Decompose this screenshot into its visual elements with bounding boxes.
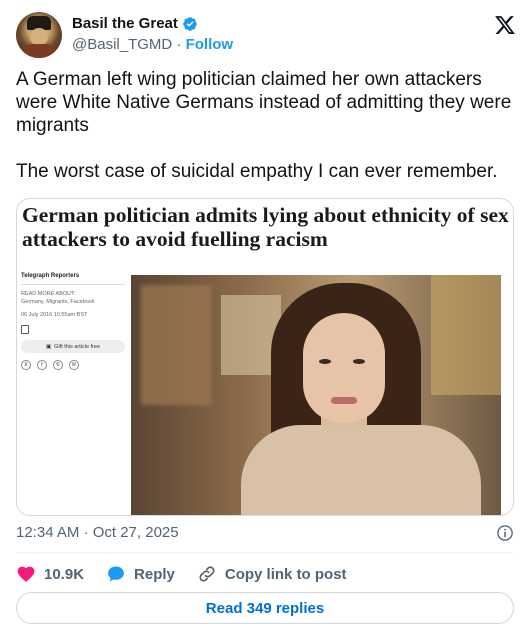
facebook-share-icon: f <box>37 360 47 370</box>
reply-label: Reply <box>134 565 175 583</box>
link-icon <box>199 566 215 582</box>
meta-divider <box>21 284 125 285</box>
photo-background-shape <box>141 285 211 405</box>
photo-person-cardigan <box>241 425 481 515</box>
gift-article-button: ▣ Gift this article free <box>21 340 125 353</box>
article-date: 06 July 2016 10:55am BST <box>21 312 88 318</box>
photo-person-eye <box>353 359 365 364</box>
read-more-topics: Germany, Migrants, Facebook <box>21 299 95 305</box>
handle-separator: · <box>176 36 182 53</box>
tweet-text: A German left wing politician claimed he… <box>16 69 512 182</box>
reply-bubble-icon <box>108 566 124 582</box>
verified-badge-icon <box>183 16 197 31</box>
divider <box>16 552 514 553</box>
photo-person-face <box>303 313 385 423</box>
handle[interactable]: @Basil_TGMD <box>72 36 172 53</box>
tweet-actions: 10.9K Reply Copy link to post <box>16 562 369 586</box>
x-logo-icon[interactable] <box>494 14 516 36</box>
article-headline: German politician admits lying about eth… <box>22 203 509 251</box>
display-name[interactable]: Basil the Great <box>72 15 178 32</box>
tweet-timestamp[interactable]: 12:34 AM · Oct 27, 2025 <box>16 524 179 541</box>
handle-line: @Basil_TGMD · Follow <box>72 36 233 53</box>
tweet-card: Basil the Great @Basil_TGMD · Follow A G… <box>0 0 530 639</box>
copy-link-label: Copy link to post <box>224 565 347 583</box>
article-reporter: Telegraph Reporters <box>21 273 80 279</box>
media-card[interactable]: German politician admits lying about eth… <box>16 198 514 516</box>
follow-button[interactable]: Follow <box>186 36 234 53</box>
gift-label: Gift this article free <box>54 343 101 350</box>
copy-link-button[interactable]: Copy link to post <box>197 564 347 584</box>
read-replies-button[interactable]: Read 349 replies <box>16 592 514 624</box>
like-count: 10.9K <box>44 565 85 583</box>
email-share-icon: ✉ <box>69 360 79 370</box>
photo-person-eye <box>319 359 331 364</box>
read-more-label: READ MORE ABOUT: <box>21 291 76 297</box>
info-icon[interactable] <box>496 524 514 542</box>
tweet-header: Basil the Great @Basil_TGMD · Follow <box>16 12 516 60</box>
share-icons: X f © ✉ <box>21 360 125 370</box>
like-button[interactable]: 10.9K <box>16 564 84 584</box>
avatar-coat <box>22 44 56 58</box>
reply-button[interactable]: Reply <box>106 564 175 584</box>
name-line: Basil the Great <box>72 15 198 32</box>
photo-background-light <box>431 275 501 395</box>
bookmark-icon <box>21 325 29 334</box>
whatsapp-share-icon: © <box>53 360 63 370</box>
gift-icon: ▣ <box>45 343 52 350</box>
heart-icon <box>17 566 35 582</box>
avatar[interactable] <box>16 12 62 58</box>
x-share-icon: X <box>21 360 31 370</box>
article-photo <box>131 275 501 515</box>
article-meta: Telegraph Reporters READ MORE ABOUT: Ger… <box>21 273 125 370</box>
photo-person-lips <box>331 397 357 404</box>
